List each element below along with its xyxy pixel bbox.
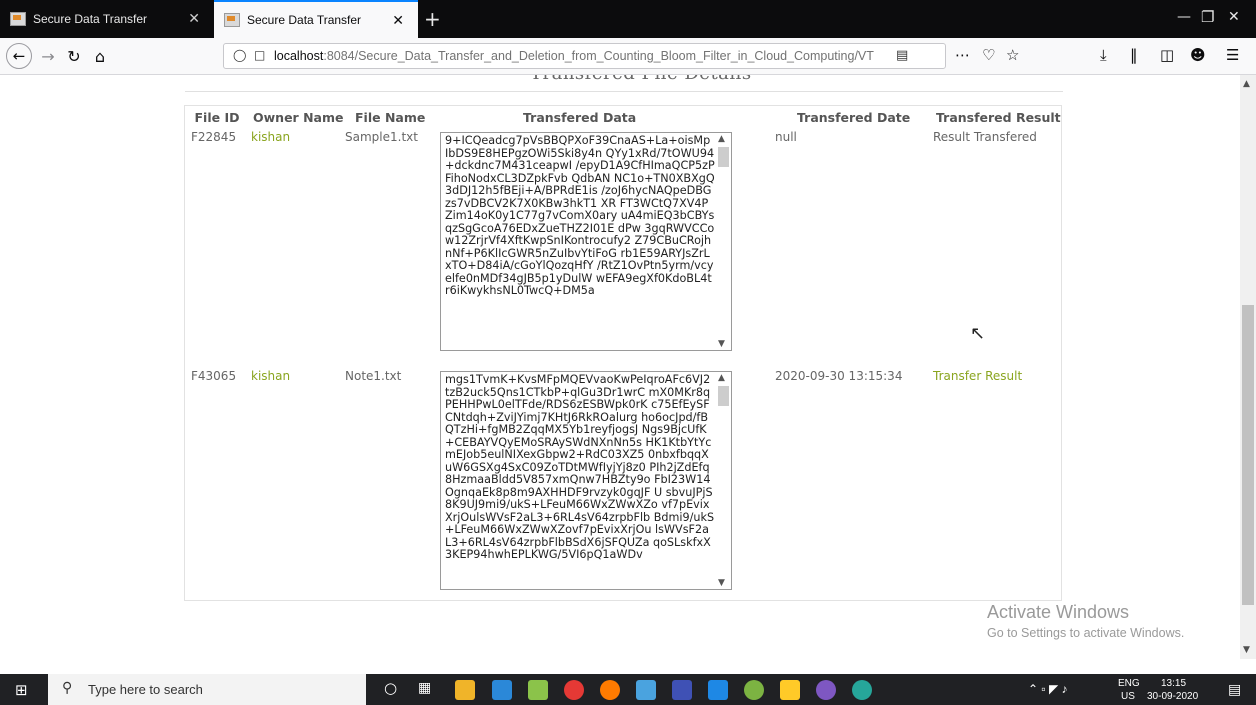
app-icon[interactable] [744,680,764,700]
windows-taskbar: ⊞ ⚲ Type here to search ○ ▦ ⌃ ▫ ◤ ♪ ENG … [0,674,1256,705]
scroll-down-icon[interactable]: ▼ [1243,645,1250,655]
installer-icon[interactable] [708,680,728,700]
page-info-icon[interactable]: □ [254,48,265,62]
textarea-scrollbar[interactable]: ▲ ▼ [715,372,731,589]
account-icon[interactable]: ☻ [1190,46,1206,64]
tab-title: Secure Data Transfer [33,12,148,26]
file-name-cell: Note1.txt [345,369,402,383]
file-id-cell: F43065 [191,369,237,383]
activate-windows-watermark: Activate Windows [987,602,1130,622]
region-indicator[interactable]: US [1121,691,1135,702]
scroll-down-icon[interactable]: ▼ [718,578,725,588]
search-icon: ⚲ [62,680,73,696]
transfered-data-text: mgs1TvmK+KvsMFpMQEVvaoKwPeIqroAFc6VJ2 tz… [445,373,715,561]
textarea-scrollbar[interactable]: ▲ ▼ [715,133,731,350]
netbeans-icon[interactable] [672,680,692,700]
activate-windows-hint: Go to Settings to activate Windows. [987,626,1185,640]
downloads-icon[interactable]: ⤓ [1100,46,1107,64]
transfer-result-link[interactable]: Transfer Result [933,369,1022,383]
transfer-table: File ID Owner Name File Name Transfered … [184,105,1062,601]
column-header-file-name: File Name [355,110,426,125]
scrollbar-thumb[interactable] [1242,305,1254,605]
new-tab-button[interactable]: + [424,7,441,31]
site-favicon-icon [224,13,240,27]
library-icon[interactable]: ‖ [1130,46,1138,64]
transfered-data-textarea[interactable]: mgs1TvmK+KvsMFpMQEVvaoKwPeIqroAFc6VJ2 tz… [440,371,732,590]
home-icon[interactable]: ⌂ [88,44,112,68]
search-placeholder: Type here to search [88,682,203,697]
clock-time[interactable]: 13:15 [1161,678,1186,689]
scroll-up-icon[interactable]: ▲ [718,134,725,144]
mouse-pointer-icon: ↖ [970,323,986,344]
sql-icon[interactable] [816,680,836,700]
cortana-icon[interactable]: ○ [384,679,404,699]
scrollbar-thumb[interactable] [718,147,729,167]
transfered-date-cell: null [775,130,797,144]
transfered-date-cell: 2020-09-30 13:15:34 [775,369,903,383]
taskbar-search-box[interactable]: ⚲ Type here to search [48,674,366,705]
language-indicator[interactable]: ENG [1118,678,1140,689]
column-header-owner-name: Owner Name [253,110,344,125]
close-tab-icon[interactable]: ✕ [392,13,404,27]
transfered-data-textarea[interactable]: 9+ICQeadcg7pVsBBQPXoF39CnaAS+La+oisMp Ib… [440,132,732,351]
tab-title: Secure Data Transfer [247,13,362,27]
clock-date[interactable]: 30-09-2020 [1147,691,1198,702]
transfered-result-cell: Result Transfered [933,130,1037,144]
column-header-transfered-date: Transfered Date [797,110,911,125]
bookmark-star-icon[interactable]: ☆ [1006,46,1019,64]
scrollbar-thumb[interactable] [718,386,729,406]
file-id-cell: F22845 [191,130,237,144]
notepad-plus-icon[interactable] [528,680,548,700]
address-bar[interactable]: ◯ □ localhost:8084/Secure_Data_Transfer_… [223,43,946,69]
back-arrow-icon[interactable]: ← [6,43,32,69]
owner-name-cell: kishan [251,130,291,144]
section-title: Transfered File Details [530,75,752,84]
page-scrollbar[interactable]: ▲ ▼ [1240,75,1256,659]
tray-icons[interactable]: ⌃ ▫ ◤ ♪ [1028,682,1068,696]
column-header-transfered-data: Transfered Data [523,110,637,125]
task-view-icon[interactable]: ▦ [418,680,438,700]
scroll-up-icon[interactable]: ▲ [1243,79,1250,89]
browser-icon[interactable] [852,680,872,700]
forward-arrow-icon[interactable]: → [36,44,60,68]
reload-icon[interactable]: ↻ [62,44,86,68]
chrome-icon[interactable] [564,680,584,700]
shield-icon[interactable]: ◯ [233,48,246,62]
divider [185,91,1063,92]
close-tab-icon[interactable]: ✕ [188,11,200,25]
transfered-data-text: 9+ICQeadcg7pVsBBQPXoF39CnaAS+La+oisMp Ib… [445,134,715,297]
browser-tab[interactable]: Secure Data Transfer ✕ [0,0,214,38]
windows-start-icon[interactable]: ⊞ [15,681,28,699]
minimize-icon[interactable]: — [1177,9,1191,25]
navigation-toolbar: ← → ↻ ⌂ ◯ □ localhost:8084/Secure_Data_T… [0,38,1256,75]
browser-tab-bar: Secure Data Transfer ✕ Secure Data Trans… [0,0,1256,38]
sidebar-icon[interactable]: ◫ [1160,46,1174,64]
column-header-transfered-result: Transfered Result [936,110,1061,125]
notification-icon[interactable]: ▤ [1228,681,1241,698]
browser-tab-active[interactable]: Secure Data Transfer ✕ [214,0,418,38]
firefox-icon[interactable] [600,680,620,700]
page-content: Transfered File Details File ID Owner Na… [0,75,1240,659]
store-icon[interactable] [492,680,512,700]
column-header-file-id: File ID [194,110,240,125]
owner-name-cell: kishan [251,369,291,383]
file-explorer-icon[interactable] [455,680,475,700]
scroll-up-icon[interactable]: ▲ [718,373,725,383]
file-name-cell: Sample1.txt [345,130,418,144]
close-window-icon[interactable]: ✕ [1228,9,1240,25]
url-text[interactable]: localhost:8084/Secure_Data_Transfer_and_… [274,49,874,63]
site-favicon-icon [10,12,26,26]
tool-icon[interactable] [780,680,800,700]
pocket-icon[interactable]: ♡ [982,46,995,64]
reader-view-icon[interactable]: ▤ [896,48,908,63]
page-actions-icon[interactable]: ⋯ [955,46,970,64]
menu-hamburger-icon[interactable]: ☰ [1226,46,1239,64]
virtualbox-icon[interactable] [636,680,656,700]
restore-icon[interactable]: ❐ [1201,8,1214,26]
scroll-down-icon[interactable]: ▼ [718,339,725,349]
